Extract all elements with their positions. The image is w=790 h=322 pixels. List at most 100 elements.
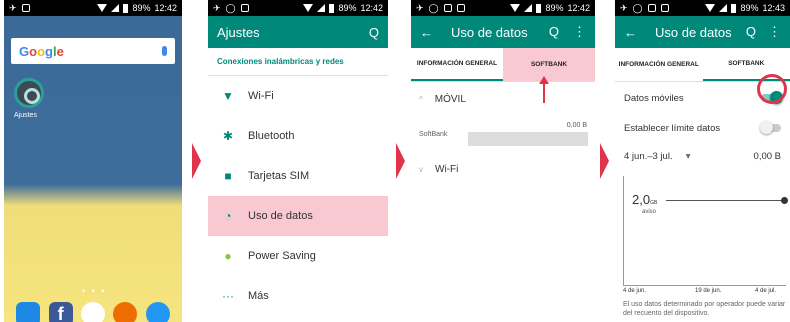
battery-text: 89%	[338, 3, 357, 13]
whatsapp-icon: ◯	[225, 2, 236, 13]
status-bar: ✈ ◯ 89% 12:43	[615, 0, 790, 16]
settings-app-label: Ajustes	[14, 112, 37, 119]
x-label-end: 4 de jul.	[755, 288, 777, 294]
search-icon[interactable]: Q	[549, 24, 559, 40]
google-search-bar[interactable]: Google	[11, 38, 175, 64]
home-screen: ✈ 89% 12:42 Google Ajustes • • • f	[4, 0, 182, 322]
wifi-icon: ▼	[222, 89, 234, 103]
tab-softbank[interactable]: SOFTBANK	[503, 48, 595, 81]
data-limit-row[interactable]: Establecer límite datos	[615, 114, 790, 142]
power-saving-icon: ●	[224, 249, 232, 263]
mic-icon[interactable]	[162, 46, 167, 56]
group-label: MÓVIL	[434, 93, 466, 105]
search-icon[interactable]: Q	[369, 25, 379, 40]
wifi-icon	[510, 4, 521, 12]
row-label: Datos móviles	[624, 92, 684, 104]
row-label: Establecer límite datos	[624, 122, 721, 134]
data-limit-toggle[interactable]	[760, 121, 781, 134]
page-title: Uso de datos	[451, 24, 528, 40]
dock: f	[4, 302, 182, 322]
back-icon[interactable]: ←	[624, 25, 637, 40]
item-label: Bluetooth	[248, 130, 295, 142]
app-icon	[21, 4, 30, 12]
step-arrow-icon	[600, 143, 609, 179]
firefox-icon[interactable]	[113, 302, 138, 322]
tab-general[interactable]: INFORMACIÓN GENERAL	[411, 48, 503, 81]
bluetooth-icon: ✱	[222, 129, 234, 143]
group-wifi[interactable]: v Wi-Fi	[411, 152, 595, 186]
battery-text: 89%	[545, 3, 564, 13]
notification-icon: ✈	[9, 2, 17, 13]
battery-icon	[536, 3, 542, 13]
settings-item-power-saving[interactable]: ● Power Saving	[208, 236, 388, 276]
clock: 12:42	[154, 3, 177, 13]
app-bar: Ajustes Q	[208, 16, 388, 48]
whatsapp-icon: ◯	[632, 2, 643, 13]
group-mobile[interactable]: ^ MÓVIL	[411, 82, 595, 116]
tab-general[interactable]: INFORMACIÓN GENERAL	[615, 48, 703, 81]
period-selector[interactable]: 4 jun.–3 jul. ▾	[624, 151, 691, 162]
notification-icon: ✈	[416, 2, 424, 13]
settings-item-more[interactable]: ··· Más	[208, 276, 388, 316]
app-bar: ← Uso de datos Q ⋮	[615, 16, 790, 48]
footer-note: El uso datos determinado por operador pu…	[623, 301, 786, 317]
usage-value: 0,00 B	[566, 122, 587, 129]
facebook-icon[interactable]: f	[48, 302, 73, 322]
notification-icon: ✈	[213, 2, 221, 13]
settings-item-bluetooth[interactable]: ✱ Bluetooth	[208, 116, 388, 156]
settings-app-icon[interactable]	[14, 78, 44, 108]
wifi-icon	[705, 4, 716, 12]
page-title: Ajustes	[217, 24, 260, 40]
signal-icon	[111, 4, 120, 12]
clock: 12:42	[567, 3, 590, 13]
usage-chart: 2,0GB aviso	[623, 176, 788, 286]
carrier-label: SoftBank	[419, 130, 448, 138]
battery-icon	[731, 3, 737, 13]
chevron-down-icon: v	[419, 164, 423, 174]
x-label-mid: 19 de jun.	[695, 288, 722, 294]
data-usage-icon: ◔	[224, 209, 232, 223]
back-icon[interactable]: ←	[420, 25, 433, 40]
notification-icon: ✈	[620, 2, 628, 13]
messenger-icon[interactable]	[145, 302, 170, 322]
settings-item-wifi[interactable]: ▼ Wi-Fi	[208, 76, 388, 116]
battery-icon	[329, 3, 335, 13]
period-row[interactable]: 4 jun.–3 jul. ▾ 0,00 B	[615, 142, 790, 170]
softbank-usage-row[interactable]: SoftBank 0,00 B	[411, 116, 595, 152]
battery-icon	[123, 3, 129, 13]
google-logo: Google	[19, 43, 64, 59]
tab-bar: INFORMACIÓN GENERAL SOFTBANK	[411, 48, 595, 82]
overflow-menu-icon[interactable]: ⋮	[573, 24, 586, 40]
status-bar: ✈ ◯ 89% 12:42	[411, 0, 595, 16]
overflow-menu-icon[interactable]: ⋮	[768, 24, 781, 40]
battery-text: 89%	[132, 3, 151, 13]
signal-icon	[524, 4, 533, 12]
settings-item-data-usage[interactable]: ◔ Uso de datos	[208, 196, 388, 236]
page-title: Uso de datos	[655, 24, 732, 40]
image-icon	[647, 4, 656, 12]
warning-label: aviso	[642, 209, 657, 215]
app-icon	[456, 4, 465, 12]
warning-line[interactable]	[666, 200, 786, 201]
usage-value: 0,00 B	[753, 150, 781, 162]
phone-icon[interactable]	[16, 302, 41, 322]
app-icon	[660, 4, 669, 12]
search-icon[interactable]: Q	[746, 24, 756, 40]
item-label: Wi-Fi	[248, 90, 274, 102]
chevron-up-icon: ^	[419, 94, 423, 104]
app-icon	[240, 4, 249, 12]
app-drawer-icon[interactable]	[80, 302, 105, 322]
warning-number: 2,0	[632, 192, 651, 207]
signal-icon	[719, 4, 728, 12]
item-label: Más	[248, 290, 269, 302]
settings-item-sim[interactable]: ■ Tarjetas SIM	[208, 156, 388, 196]
wifi-icon	[97, 4, 108, 12]
clock: 12:43	[762, 3, 785, 13]
battery-text: 89%	[740, 3, 759, 13]
warning-unit: GB	[650, 200, 658, 206]
warning-handle[interactable]	[781, 197, 788, 204]
x-label-start: 4 de jun.	[623, 288, 647, 294]
warning-value: 2,0GB	[632, 192, 657, 207]
whatsapp-icon: ◯	[428, 2, 439, 13]
mobile-data-screen: ✈ ◯ 89% 12:43 ← Uso de datos Q ⋮ INFORMACIÓN…	[615, 0, 790, 322]
